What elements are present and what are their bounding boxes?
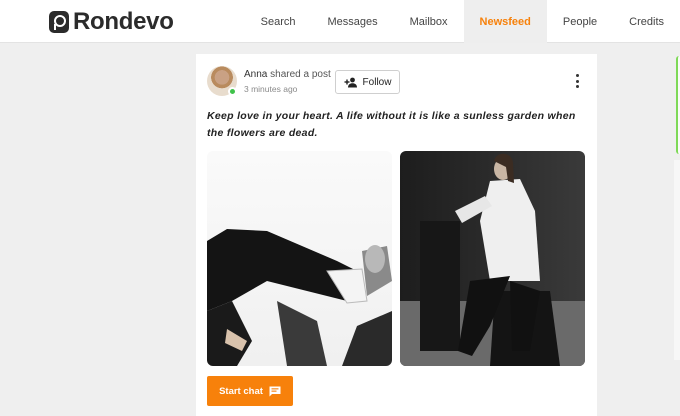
- follow-button[interactable]: Follow: [335, 70, 400, 94]
- post-card: Anna shared a post 3 minutes ago Follow …: [196, 54, 597, 416]
- nav-item-mailbox[interactable]: Mailbox: [394, 0, 464, 43]
- post-text: Keep love in your heart. A life without …: [207, 110, 576, 139]
- add-person-icon: [344, 77, 357, 87]
- start-chat-label: Start chat: [219, 385, 263, 397]
- nav-item-messages[interactable]: Messages: [311, 0, 393, 43]
- brand-name: Rondevo: [73, 8, 174, 35]
- nav-item-people[interactable]: People: [547, 0, 613, 43]
- post-time: 3 minutes ago: [244, 84, 298, 94]
- post-author-line: Anna shared a post: [244, 69, 331, 80]
- side-panel-shadow: [674, 160, 680, 360]
- top-bar: Rondevo Search Messages Mailbox Newsfeed…: [0, 0, 680, 43]
- main-nav: Search Messages Mailbox Newsfeed People …: [245, 0, 680, 43]
- follow-button-label: Follow: [362, 76, 392, 88]
- nav-item-search[interactable]: Search: [245, 0, 312, 43]
- post-action: shared a post: [270, 69, 331, 80]
- post-photo-left[interactable]: [207, 151, 392, 366]
- chat-icon: [269, 386, 281, 396]
- logo[interactable]: Rondevo: [49, 8, 174, 35]
- side-panel-edge: [676, 56, 680, 154]
- post-author-name[interactable]: Anna: [244, 69, 267, 80]
- nav-item-newsfeed[interactable]: Newsfeed: [463, 0, 547, 43]
- photo-left-figure: [207, 229, 392, 366]
- logo-mark-icon: [49, 11, 69, 33]
- more-vertical-icon[interactable]: [570, 72, 584, 90]
- nav-item-credits[interactable]: Credits: [613, 0, 680, 43]
- online-status-icon: [228, 87, 237, 96]
- post-photo-right[interactable]: [400, 151, 585, 366]
- photo-right-figure: [400, 153, 585, 366]
- start-chat-button[interactable]: Start chat: [207, 376, 293, 406]
